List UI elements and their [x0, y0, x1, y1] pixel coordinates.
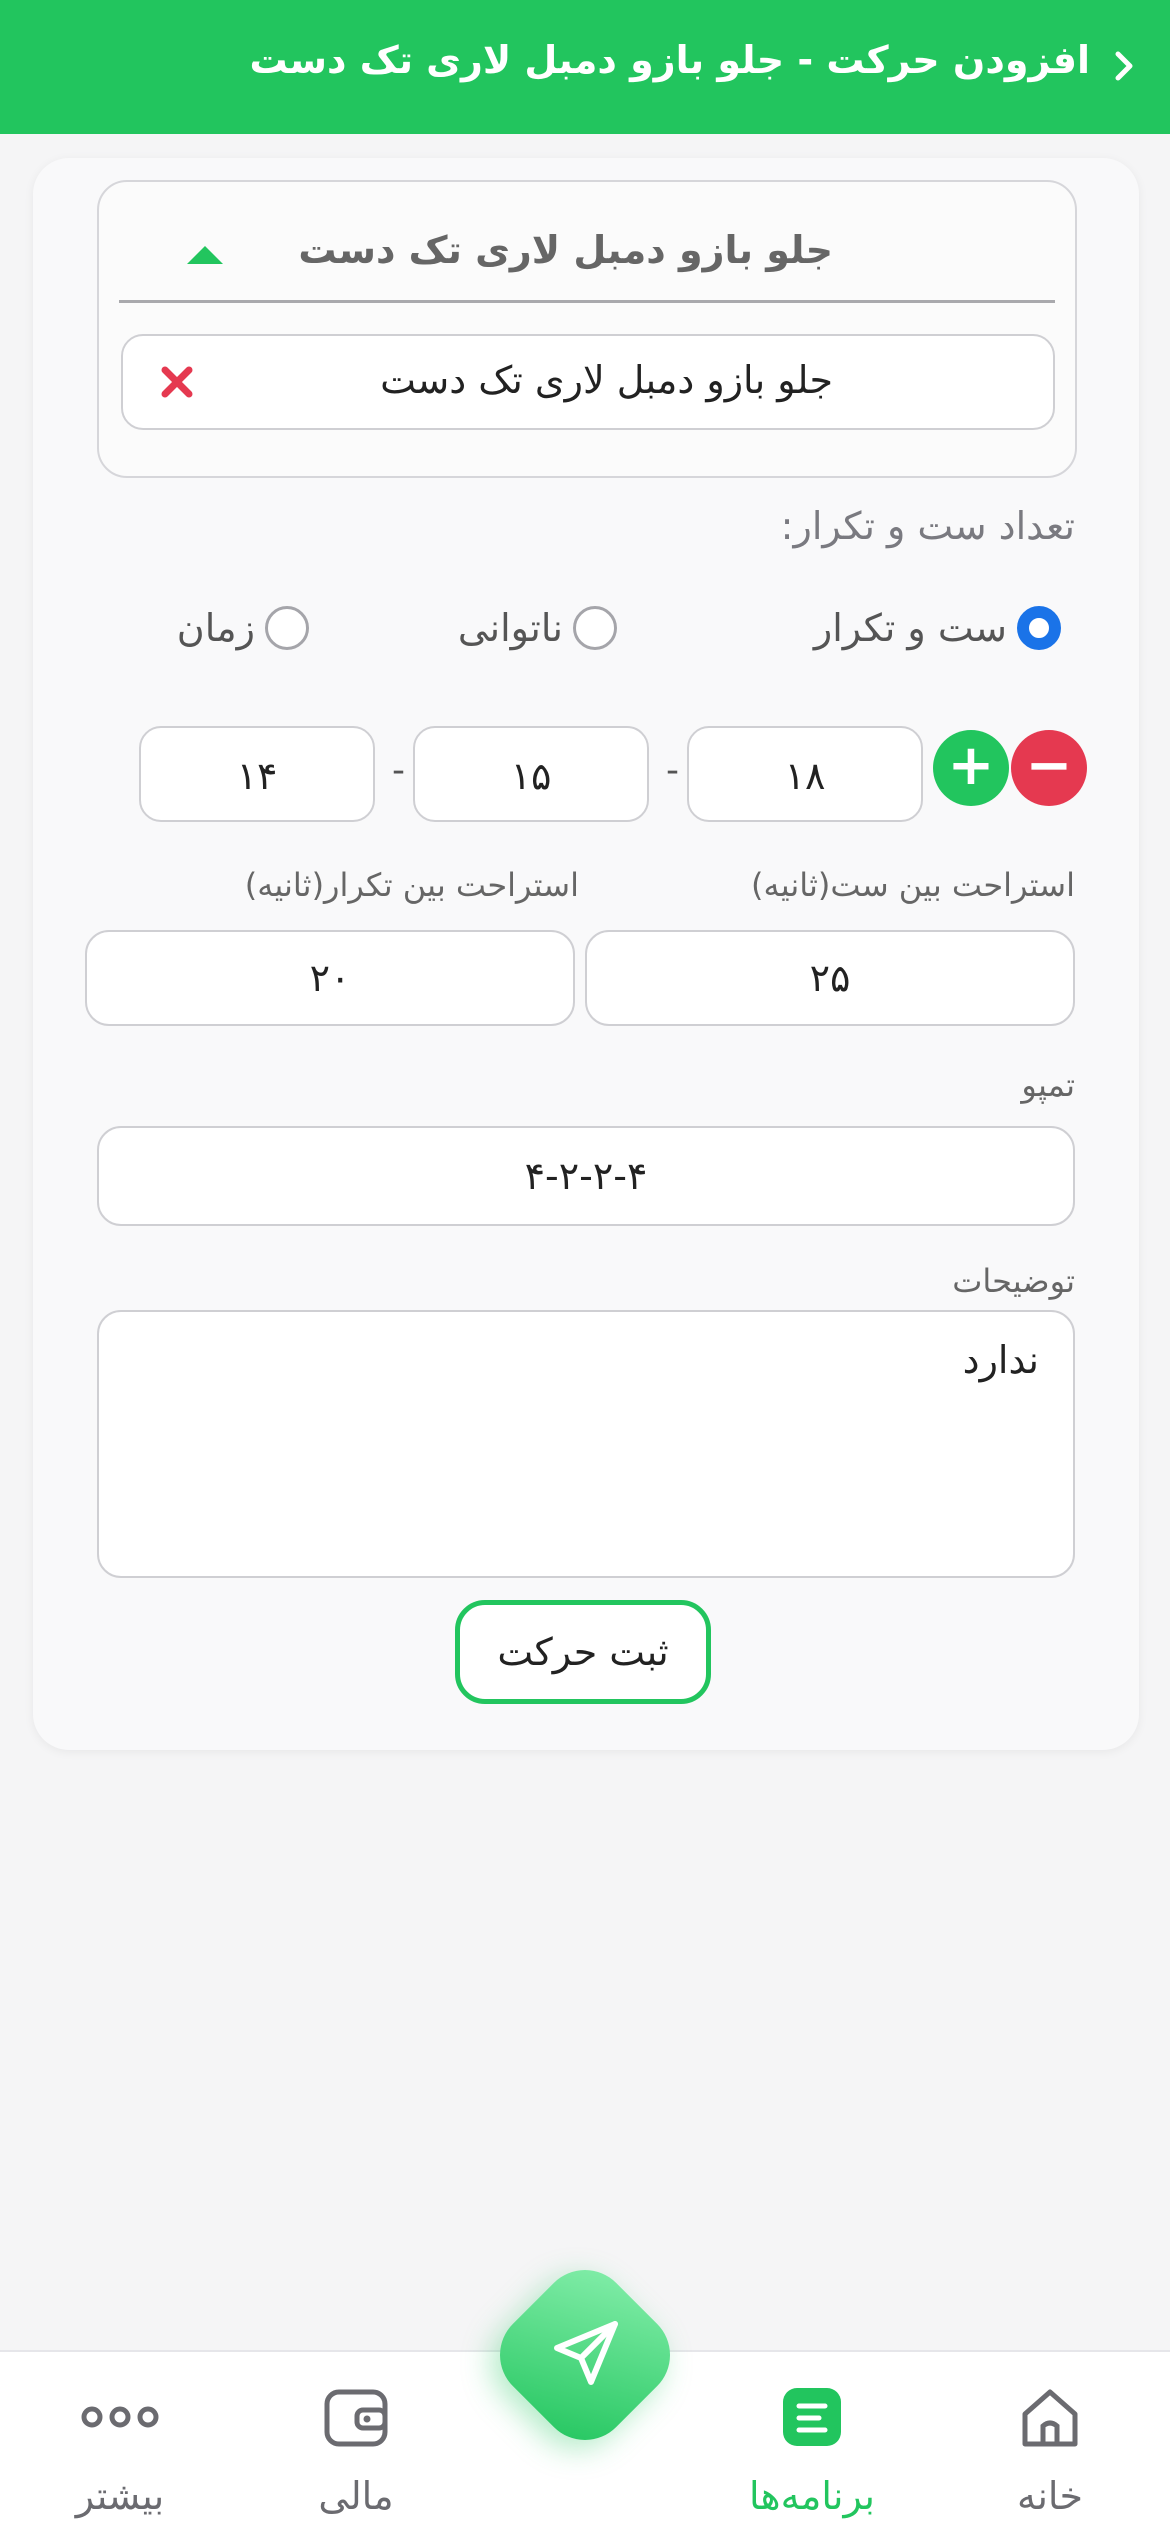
exercise-form-card: جلو بازو دمبل لاری تک دست جلو بازو دمبل … [33, 158, 1139, 1750]
nav-label: برنامه‌ها [748, 2474, 876, 2518]
nav-label: مالی [318, 2474, 394, 2518]
exercise-select-header[interactable]: جلو بازو دمبل لاری تک دست [119, 182, 1055, 303]
app-header: افزودن حرکت - جلو بازو دمبل لاری تک دست [0, 0, 1170, 134]
notes-label: توضیحات [952, 1262, 1075, 1300]
rep-input-3[interactable]: ۱۴ [139, 726, 375, 822]
send-icon[interactable] [545, 2314, 625, 2394]
sets-reps-label: تعداد ست و تکرار: [780, 504, 1075, 548]
rest-between-reps-label: استراحت بین تکرار(ثانیه) [244, 866, 579, 904]
radio-circle[interactable] [1017, 606, 1061, 650]
remove-icon[interactable] [159, 364, 195, 400]
submit-exercise-button[interactable]: ثبت حرکت [455, 1600, 711, 1704]
page-title: افزودن حرکت - جلو بازو دمبل لاری تک دست [249, 38, 1090, 82]
wallet-icon [324, 2389, 388, 2447]
rest-between-reps-input[interactable]: ۲۰ [85, 930, 575, 1026]
rep-input-2[interactable]: ۱۵ [413, 726, 649, 822]
more-icon [81, 2406, 159, 2428]
rest-between-sets-label: استراحت بین ست(ثانیه) [751, 866, 1075, 904]
back-chevron-icon[interactable] [1104, 46, 1144, 86]
exercise-select[interactable]: جلو بازو دمبل لاری تک دست جلو بازو دمبل … [97, 180, 1077, 478]
programs-icon [783, 2388, 841, 2446]
rep-separator: - [666, 750, 679, 791]
nav-more[interactable]: بیشتر [30, 2382, 210, 2518]
radio-label: زمان [176, 606, 255, 650]
add-set-button[interactable]: + [933, 730, 1009, 806]
radio-circle[interactable] [265, 606, 309, 650]
nav-home[interactable]: خانه [960, 2382, 1140, 2518]
exercise-select-value: جلو بازو دمبل لاری تک دست [298, 228, 833, 272]
remove-set-button[interactable]: − [1011, 730, 1087, 806]
tempo-input[interactable]: ۴-۲-۲-۴ [97, 1126, 1075, 1226]
selected-exercise-label: جلو بازو دمبل لاری تک دست [380, 358, 833, 402]
selected-exercise-chip: جلو بازو دمبل لاری تک دست [121, 334, 1055, 430]
caret-up-icon[interactable] [187, 246, 223, 264]
nav-finance[interactable]: مالی [266, 2382, 446, 2518]
nav-label: خانه [1016, 2474, 1084, 2518]
radio-circle[interactable] [573, 606, 617, 650]
rest-between-sets-input[interactable]: ۲۵ [585, 930, 1075, 1026]
notes-textarea[interactable]: ندارد [97, 1310, 1075, 1578]
rep-input-1[interactable]: ۱۸ [687, 726, 923, 822]
tempo-label: تمپو [1021, 1066, 1075, 1104]
nav-label: بیشتر [75, 2474, 165, 2518]
radio-label: ناتوانی [457, 606, 563, 650]
nav-programs[interactable]: برنامه‌ها [722, 2382, 902, 2518]
radio-sets-reps[interactable]: ست و تکرار [814, 606, 1061, 650]
radio-time[interactable]: زمان [177, 606, 309, 650]
rep-separator: - [392, 750, 405, 791]
radio-failure[interactable]: ناتوانی [458, 606, 617, 650]
home-icon [1022, 2389, 1078, 2447]
radio-label: ست و تکرار [813, 606, 1007, 650]
